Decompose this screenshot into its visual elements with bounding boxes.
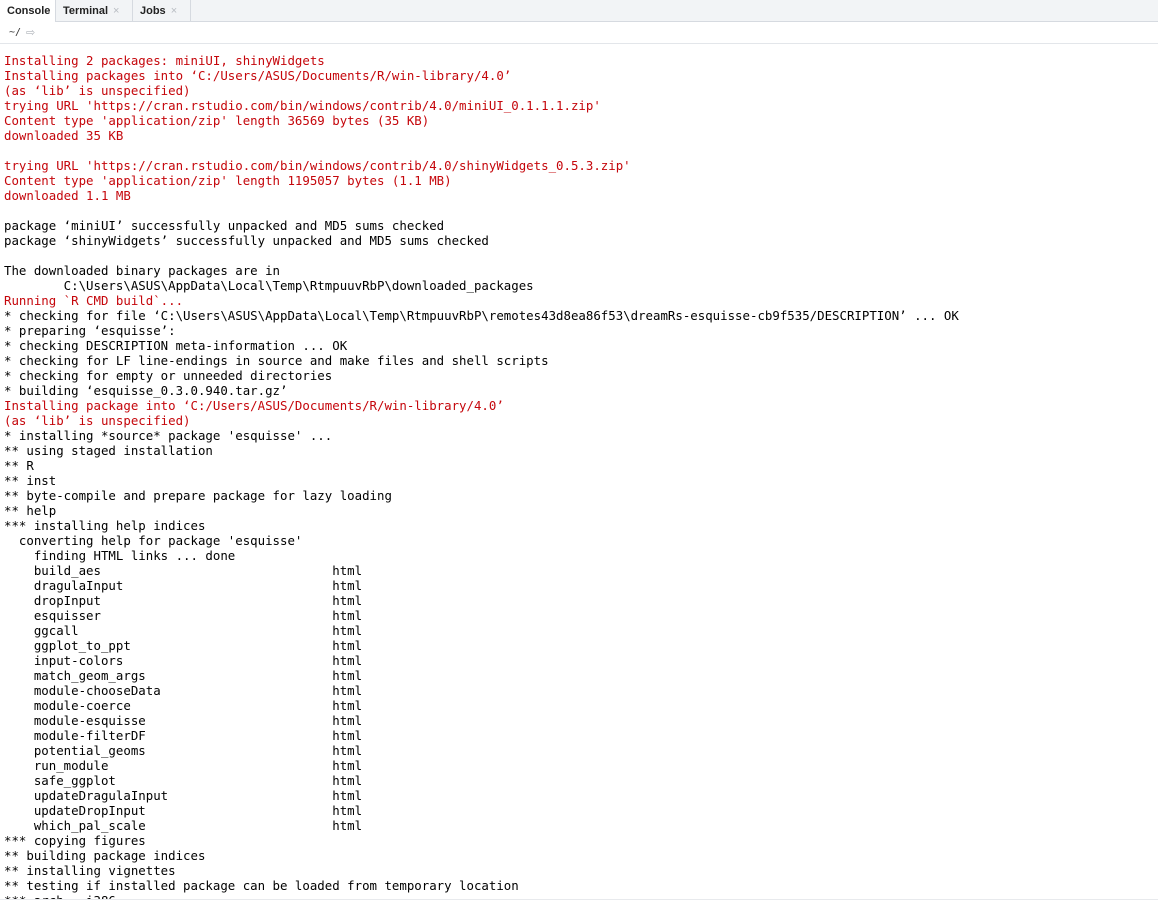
console-output-line: dragulaInput html [4,578,363,593]
console-output-line: * preparing ‘esquisse’: [4,323,176,338]
console-output-line [4,248,1154,263]
console-output-line: match_geom_args html [4,668,363,683]
console-message-line: Running `R CMD build`... [4,293,184,308]
console-output-line: * installing *source* package 'esquisse'… [4,428,333,443]
console-output-line: ** inst [4,473,57,488]
working-directory-path: ~/ [9,27,22,38]
console-output-line: run_module html [4,758,363,773]
console-output-line: C:\Users\ASUS\AppData\Local\Temp\Rtmpuuv… [4,278,534,293]
console-output-line: The downloaded binary packages are in [4,263,281,278]
console-output-line: * building ‘esquisse_0.3.0.940.tar.gz’ [4,383,288,398]
console-output-line: ** help [4,503,57,518]
console-output-line: * checking for empty or unneeded directo… [4,368,333,383]
console-output-line: package ‘miniUI’ successfully unpacked a… [4,218,445,233]
console-output-line: ** R [4,458,34,473]
console-output-line: ** byte-compile and prepare package for … [4,488,392,503]
console-output-line: finding HTML links ... done [4,548,236,563]
console-message-line: (as ‘lib’ is unspecified) [4,83,191,98]
console-output-line: converting help for package 'esquisse' [4,533,303,548]
console-output-line: ggcall html [4,623,363,638]
console-output-line: ** using staged installation [4,443,213,458]
tab-terminal-label: Terminal [63,5,109,17]
console-output-line: package ‘shinyWidgets’ successfully unpa… [4,233,489,248]
console-output-line: ggplot_to_ppt html [4,638,363,653]
close-icon[interactable]: × [113,5,119,17]
console-output-line: ** installing vignettes [4,863,176,878]
console-message-line: Installing package into ‘C:/Users/ASUS/D… [4,398,504,413]
tab-console-label: Console [7,5,51,17]
console-output-line: ** testing if installed package can be l… [4,878,519,893]
console-bottom-divider [0,899,1158,900]
console-message-line: trying URL 'https://cran.rstudio.com/bin… [4,98,601,113]
console-message-line: Content type 'application/zip' length 11… [4,173,452,188]
console-output-line: *** copying figures [4,833,146,848]
console-message-line: (as ‘lib’ is unspecified) [4,413,191,428]
console-output-line: input-colors html [4,653,363,668]
tab-jobs[interactable]: Jobs × [133,0,191,22]
console-output-line: module-filterDF html [4,728,363,743]
console-output-line: build_aes html [4,563,363,578]
close-icon[interactable]: × [171,5,177,17]
console-message-line: Content type 'application/zip' length 36… [4,113,430,128]
console-output-line: which_pal_scale html [4,818,363,833]
tab-terminal[interactable]: Terminal × [56,0,133,22]
console-output-line: *** installing help indices [4,518,206,533]
console-output-line: safe_ggplot html [4,773,363,788]
console-message-line: Installing 2 packages: miniUI, shinyWidg… [4,53,325,68]
console-output-line: esquisser html [4,608,363,623]
tab-console[interactable]: Console [0,0,56,23]
console-output-line: ** building package indices [4,848,206,863]
console-output-line [4,203,1154,218]
console-output-line: updateDragulaInput html [4,788,363,803]
console-output-line: dropInput html [4,593,363,608]
pane-tab-bar: Console Terminal × Jobs × [0,0,1158,23]
console-output-line [4,143,1154,158]
console-output-line: module-chooseData html [4,683,363,698]
console-output-line: * checking for file ‘C:\Users\ASUS\AppDa… [4,308,959,323]
working-directory-bar: ~/ ⇨ [0,22,1158,44]
console-message-line: trying URL 'https://cran.rstudio.com/bin… [4,158,631,173]
console-message-line: Installing packages into ‘C:/Users/ASUS/… [4,68,512,83]
console-message-line: downloaded 35 KB [4,128,124,143]
console-output-line: module-esquisse html [4,713,363,728]
tab-jobs-label: Jobs [140,5,166,17]
console-output-line: * checking DESCRIPTION meta-information … [4,338,348,353]
console-output-line: * checking for LF line-endings in source… [4,353,549,368]
console-output[interactable]: Installing 2 packages: miniUI, shinyWidg… [4,53,1154,899]
console-output-line: module-coerce html [4,698,363,713]
console-message-line: downloaded 1.1 MB [4,188,131,203]
console-output-line: updateDropInput html [4,803,363,818]
console-output-line: potential_geoms html [4,743,363,758]
go-to-directory-icon[interactable]: ⇨ [26,26,35,39]
